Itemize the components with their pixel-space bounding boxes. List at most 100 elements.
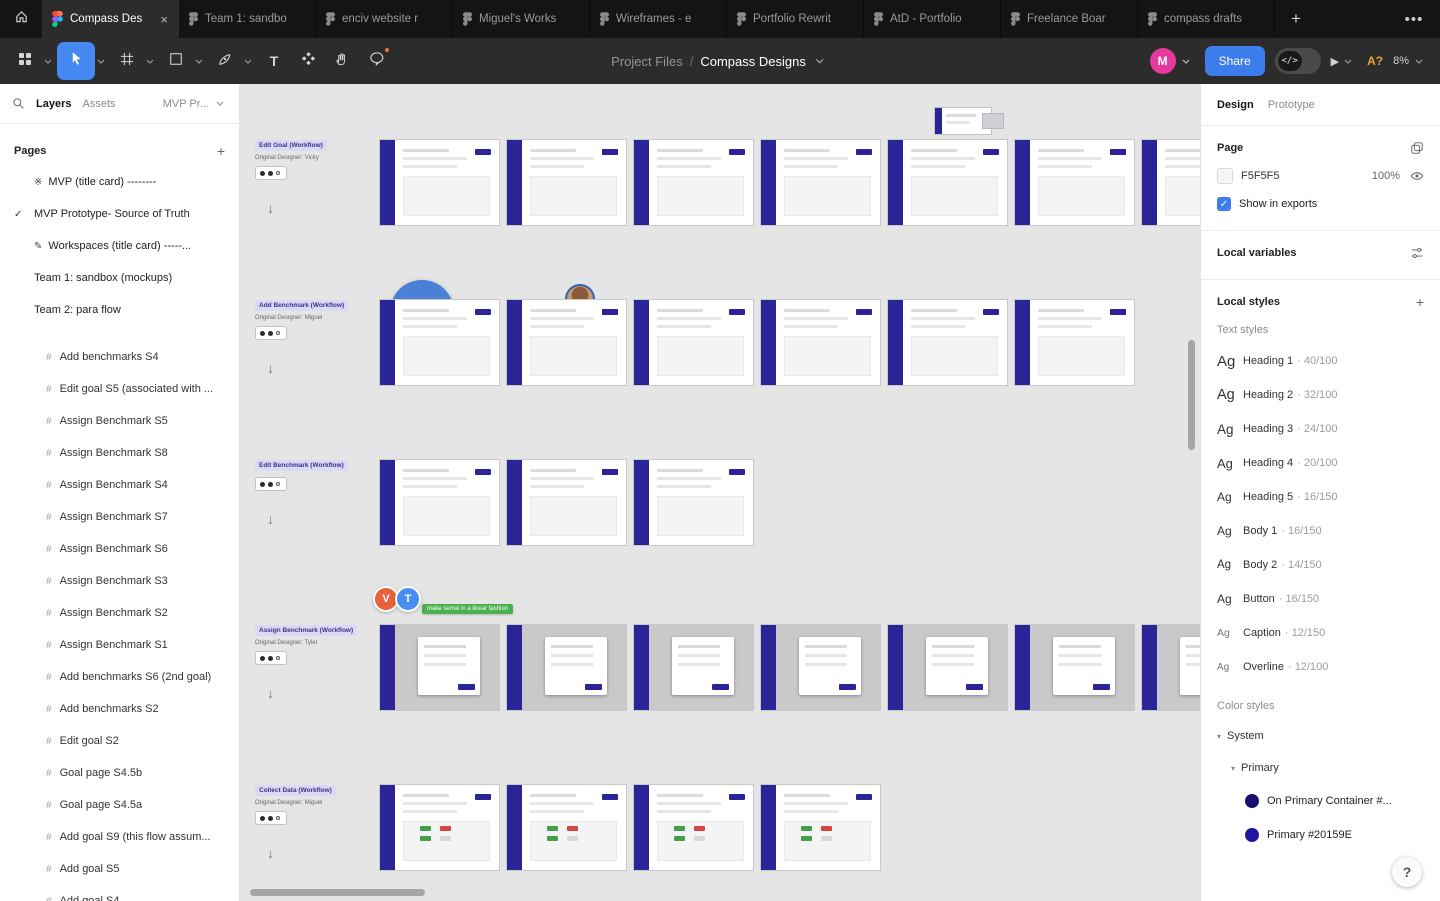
design-frame-thumbnail[interactable] <box>761 625 880 710</box>
canvas[interactable]: V M V T make sense in a linear fashion E… <box>240 84 1200 901</box>
breadcrumb-project[interactable]: Project Files <box>611 54 683 69</box>
chevron-down-icon[interactable] <box>195 59 203 64</box>
chevron-down-icon[interactable] <box>244 59 252 64</box>
layer-item-frame[interactable]: # Add goal S4 <box>0 885 239 901</box>
design-frame-thumbnail[interactable] <box>634 140 753 225</box>
text-style-item[interactable]: Ag Heading 2 · 32/100 <box>1217 378 1424 412</box>
chevron-down-icon[interactable] <box>97 59 105 64</box>
chevron-down-icon[interactable] <box>1344 59 1352 64</box>
layer-item-frame[interactable]: # Assign Benchmark S3 <box>0 565 239 597</box>
color-style-item[interactable]: Primary #20159E <box>1245 818 1424 852</box>
design-frame-thumbnail[interactable] <box>1015 140 1134 225</box>
layer-item-frame[interactable]: # Add benchmarks S6 (2nd goal) <box>0 661 239 693</box>
comments-button[interactable] <box>359 42 393 80</box>
layer-item-frame[interactable]: # Assign Benchmark S1 <box>0 629 239 661</box>
text-style-item[interactable]: Ag Overline · 12/100 <box>1217 650 1424 684</box>
add-style-button[interactable]: + <box>1416 294 1424 310</box>
layer-item-frame[interactable]: # Goal page S4.5a <box>0 789 239 821</box>
present-play-icon[interactable]: ▶ <box>1331 55 1339 68</box>
tab-design[interactable]: Design <box>1217 99 1254 111</box>
flow-name-tag[interactable]: Assign Benchmark (Workflow) <box>255 625 358 636</box>
user-avatar[interactable]: M <box>1149 48 1176 74</box>
variables-settings-icon[interactable] <box>1410 246 1424 260</box>
text-tool-button[interactable]: T <box>257 42 291 80</box>
color-group-system[interactable]: ▾ System <box>1217 720 1424 752</box>
add-page-button[interactable]: + <box>217 143 225 159</box>
text-style-item[interactable]: Ag Heading 3 · 24/100 <box>1217 412 1424 446</box>
comment-label[interactable]: make sense in a linear fashion <box>422 604 514 614</box>
layer-item-frame[interactable]: # Add goal S9 (this flow assum... <box>0 821 239 853</box>
design-frame-thumbnail[interactable] <box>983 114 1003 128</box>
zoom-level[interactable]: 8% <box>1393 55 1409 67</box>
page-color-value[interactable]: F5F5F5 <box>1241 170 1280 182</box>
layer-item-frame[interactable]: # Edit goal S5 (associated with ... <box>0 373 239 405</box>
design-frame-thumbnail[interactable] <box>1142 140 1200 225</box>
design-frame-thumbnail[interactable] <box>507 785 626 870</box>
flow-name-tag[interactable]: Collect Data (Workflow) <box>255 785 336 796</box>
canvas-horizontal-scrollbar[interactable] <box>250 889 425 896</box>
design-frame-thumbnail[interactable] <box>380 140 499 225</box>
design-frame-thumbnail[interactable] <box>761 785 880 870</box>
design-frame-thumbnail[interactable] <box>507 300 626 385</box>
home-tab[interactable] <box>0 0 42 38</box>
design-frame-thumbnail[interactable] <box>888 140 1007 225</box>
page-item[interactable]: ✓ Team 2: para flow <box>0 294 239 326</box>
design-frame-thumbnail[interactable] <box>1015 625 1134 710</box>
page-item[interactable]: ✓ ✎ Workspaces (title card) -----... <box>0 230 239 262</box>
spellcheck-icon[interactable]: A? <box>1367 54 1383 68</box>
move-tool-button[interactable] <box>57 42 95 80</box>
design-frame-thumbnail[interactable] <box>634 785 753 870</box>
text-style-item[interactable]: Ag Button · 16/150 <box>1217 582 1424 616</box>
design-frame-thumbnail[interactable] <box>507 460 626 545</box>
design-frame-thumbnail[interactable] <box>634 625 753 710</box>
design-frame-thumbnail[interactable] <box>1142 625 1200 710</box>
design-frame-thumbnail[interactable] <box>634 460 753 545</box>
design-frame-thumbnail[interactable] <box>507 140 626 225</box>
layer-item-frame[interactable]: # Assign Benchmark S7 <box>0 501 239 533</box>
share-button[interactable]: Share <box>1204 46 1265 76</box>
flow-name-tag[interactable]: Edit Benchmark (Workflow) <box>255 460 348 471</box>
layer-item-frame[interactable]: # Assign Benchmark S6 <box>0 533 239 565</box>
design-frame-thumbnail[interactable] <box>380 300 499 385</box>
layer-item-frame[interactable]: # Add benchmarks S4 <box>0 341 239 373</box>
design-frame-thumbnail[interactable] <box>507 625 626 710</box>
main-menu-button[interactable] <box>8 42 42 80</box>
tab-prototype[interactable]: Prototype <box>1268 99 1315 111</box>
chevron-down-icon[interactable] <box>815 58 824 64</box>
file-tab[interactable]: Freelance Boar <box>1001 0 1138 38</box>
design-frame-thumbnail[interactable] <box>634 300 753 385</box>
design-frame-thumbnail[interactable] <box>380 785 499 870</box>
tab-assets[interactable]: Assets <box>82 98 115 110</box>
page-item[interactable]: ✓ Team 1: sandbox (mockups) <box>0 262 239 294</box>
layer-item-frame[interactable]: # Assign Benchmark S4 <box>0 469 239 501</box>
frame-tool-button[interactable] <box>110 42 144 80</box>
file-tab[interactable]: Portfolio Rewrit <box>727 0 864 38</box>
layer-item-frame[interactable]: # Add benchmarks S2 <box>0 693 239 725</box>
canvas-vertical-scrollbar[interactable] <box>1188 340 1195 450</box>
color-style-item[interactable]: On Primary Container #... <box>1245 784 1424 818</box>
search-icon[interactable] <box>12 97 25 110</box>
text-style-item[interactable]: Ag Body 1 · 16/150 <box>1217 514 1424 548</box>
color-group-primary[interactable]: ▾ Primary <box>1217 752 1424 784</box>
chevron-down-icon[interactable] <box>146 59 154 64</box>
page-item[interactable]: ✓ ※ MVP (title card) -------- <box>0 166 239 198</box>
chevron-down-icon[interactable] <box>44 59 52 64</box>
layer-item-frame[interactable]: # Assign Benchmark S8 <box>0 437 239 469</box>
file-tab[interactable]: Compass Des × <box>42 0 179 38</box>
pen-tool-button[interactable] <box>208 42 242 80</box>
design-frame-thumbnail[interactable] <box>380 460 499 545</box>
layer-item-frame[interactable]: # Assign Benchmark S5 <box>0 405 239 437</box>
close-icon[interactable]: × <box>159 13 169 26</box>
flow-name-tag[interactable]: Add Benchmark (Workflow) <box>255 300 349 311</box>
text-style-item[interactable]: Ag Heading 5 · 16/150 <box>1217 480 1424 514</box>
help-button[interactable]: ? <box>1392 857 1422 887</box>
chevron-down-icon[interactable] <box>1182 59 1190 64</box>
window-menu-button[interactable]: ••• <box>1388 0 1440 38</box>
file-tab[interactable]: Miguel's Works <box>453 0 590 38</box>
design-frame-thumbnail[interactable] <box>1015 300 1134 385</box>
file-panel-tab[interactable]: MVP Pr... <box>163 98 229 110</box>
file-tab[interactable]: enciv website r <box>316 0 453 38</box>
text-style-item[interactable]: Ag Body 2 · 14/150 <box>1217 548 1424 582</box>
file-tab[interactable]: AtD - Portfolio <box>864 0 1001 38</box>
page-variables-icon[interactable] <box>1410 141 1424 155</box>
